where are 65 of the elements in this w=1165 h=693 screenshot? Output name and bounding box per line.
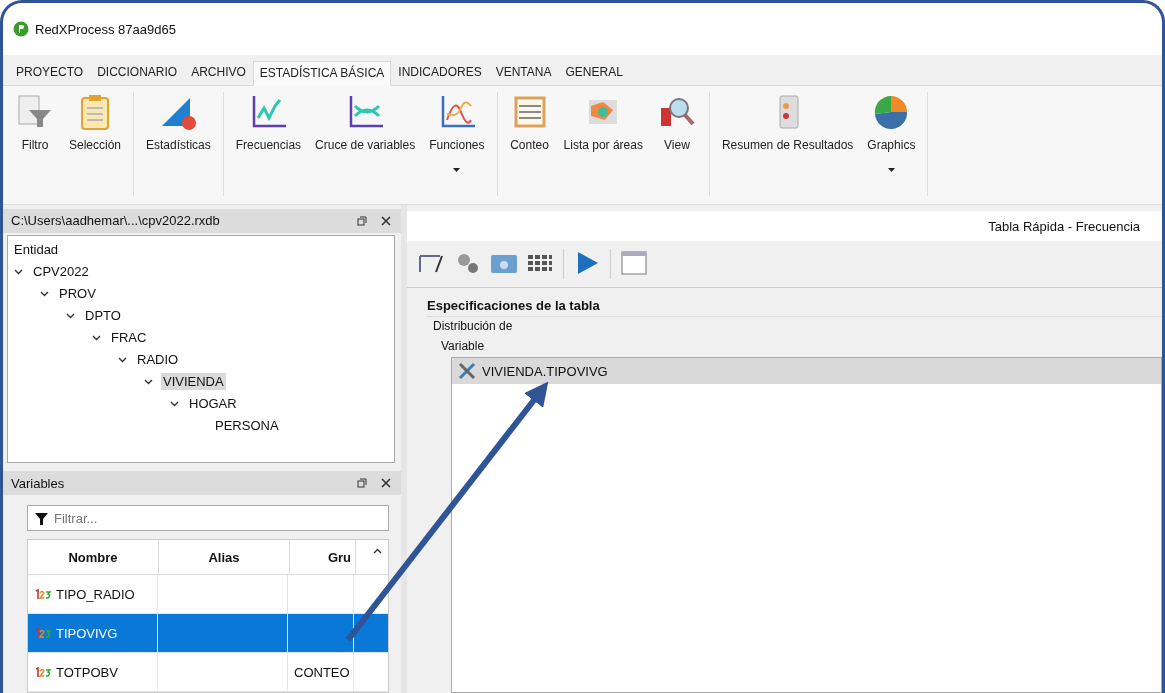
panel-title: Tabla Rápida - Frecuencia (988, 218, 1140, 234)
ribbon-button[interactable]: Estadísticas (140, 92, 217, 196)
ribbon-button[interactable]: Graphics (861, 92, 922, 196)
tree-item[interactable]: FRAC (109, 329, 149, 347)
tree-header: Entidad (13, 240, 60, 259)
ribbon-button[interactable]: Funciones (423, 92, 491, 196)
close-icon[interactable] (381, 215, 391, 226)
ribbon-button[interactable]: Conteo (503, 92, 556, 196)
table-row[interactable]: TIPOVIVG (28, 614, 388, 653)
menu-tab[interactable]: VENTANA (488, 60, 559, 85)
numeric-type-icon (34, 667, 52, 677)
scroll-up-icon[interactable] (373, 548, 382, 554)
filter-icon (35, 512, 48, 525)
ribbon-button[interactable]: Frecuencias (229, 92, 308, 196)
table-cell: CONTEO (294, 664, 350, 680)
tree-item[interactable]: PROV (57, 285, 98, 303)
numeric-type-icon (34, 589, 52, 599)
filter-field[interactable]: Filtrar... (27, 505, 389, 531)
menu-tab[interactable]: ESTADÍSTICA BÁSICA (252, 61, 392, 86)
table-cell: TIPOVIVG (56, 625, 118, 641)
tree-item[interactable]: VIVIENDA (161, 373, 226, 391)
menu-tab[interactable]: INDICADORES (391, 60, 489, 85)
numeric-type-icon (34, 628, 52, 638)
window-title: RedXProcess 87aa9d65 (35, 21, 176, 37)
list-item[interactable]: VIVIENDA.TIPOVIVG (452, 358, 1161, 384)
table-row[interactable]: TOTPOBV CONTEO (28, 653, 388, 692)
chevron-down-icon[interactable] (40, 290, 49, 297)
app-logo-icon (13, 21, 29, 37)
column-header[interactable]: Alias (159, 540, 290, 574)
menu-tab[interactable]: DICCIONARIO (90, 60, 185, 85)
group-title: Distribución de (433, 319, 513, 333)
chevron-down-icon[interactable] (118, 356, 127, 363)
chevron-down-icon[interactable] (144, 378, 153, 385)
ribbon-button[interactable]: Filtro (9, 92, 61, 196)
window-icon (619, 249, 649, 276)
field-label: Variable (441, 339, 485, 353)
tree-item[interactable]: RADIO (135, 351, 181, 369)
ribbon-button[interactable]: Selección (63, 92, 128, 196)
ribbon-button[interactable]: View (650, 92, 703, 196)
close-icon[interactable] (381, 478, 391, 489)
table-cell: TOTPOBV (56, 664, 118, 680)
float-icon[interactable] (357, 478, 367, 489)
panel-title: C:\Users\aadhemar\...\cpv2022.rxdb (11, 213, 220, 229)
menu-tab[interactable]: PROYECTO (9, 60, 91, 85)
caret-icon (453, 168, 461, 172)
table-cell: TIPO_RADIO (56, 586, 135, 602)
ribbon-button[interactable]: Resumen de Resultados (715, 92, 860, 196)
column-header[interactable]: Nombre (28, 540, 159, 574)
panel-title: Variables (11, 475, 65, 491)
ribbon-button[interactable]: Cruce de variables (309, 92, 422, 196)
menu-tab[interactable]: ARCHIVO (184, 60, 253, 85)
group-title: Especificaciones de la tabla (427, 298, 1162, 317)
column-header[interactable]: Gru (290, 540, 356, 574)
chevron-down-icon[interactable] (66, 312, 75, 319)
tree-item[interactable]: CPV2022 (31, 263, 91, 281)
chevron-down-icon[interactable] (92, 334, 101, 341)
tree-item[interactable]: HOGAR (187, 395, 239, 413)
float-icon[interactable] (357, 215, 367, 226)
tree-item[interactable]: PERSONA (213, 417, 281, 435)
chevron-down-icon[interactable] (170, 400, 179, 407)
ribbon-button[interactable]: Lista por áreas (557, 92, 649, 196)
tree-item[interactable]: DPTO (83, 307, 123, 325)
menu-tab[interactable]: GENERAL (558, 60, 630, 85)
caret-icon (887, 168, 895, 172)
chevron-down-icon[interactable] (14, 268, 23, 275)
